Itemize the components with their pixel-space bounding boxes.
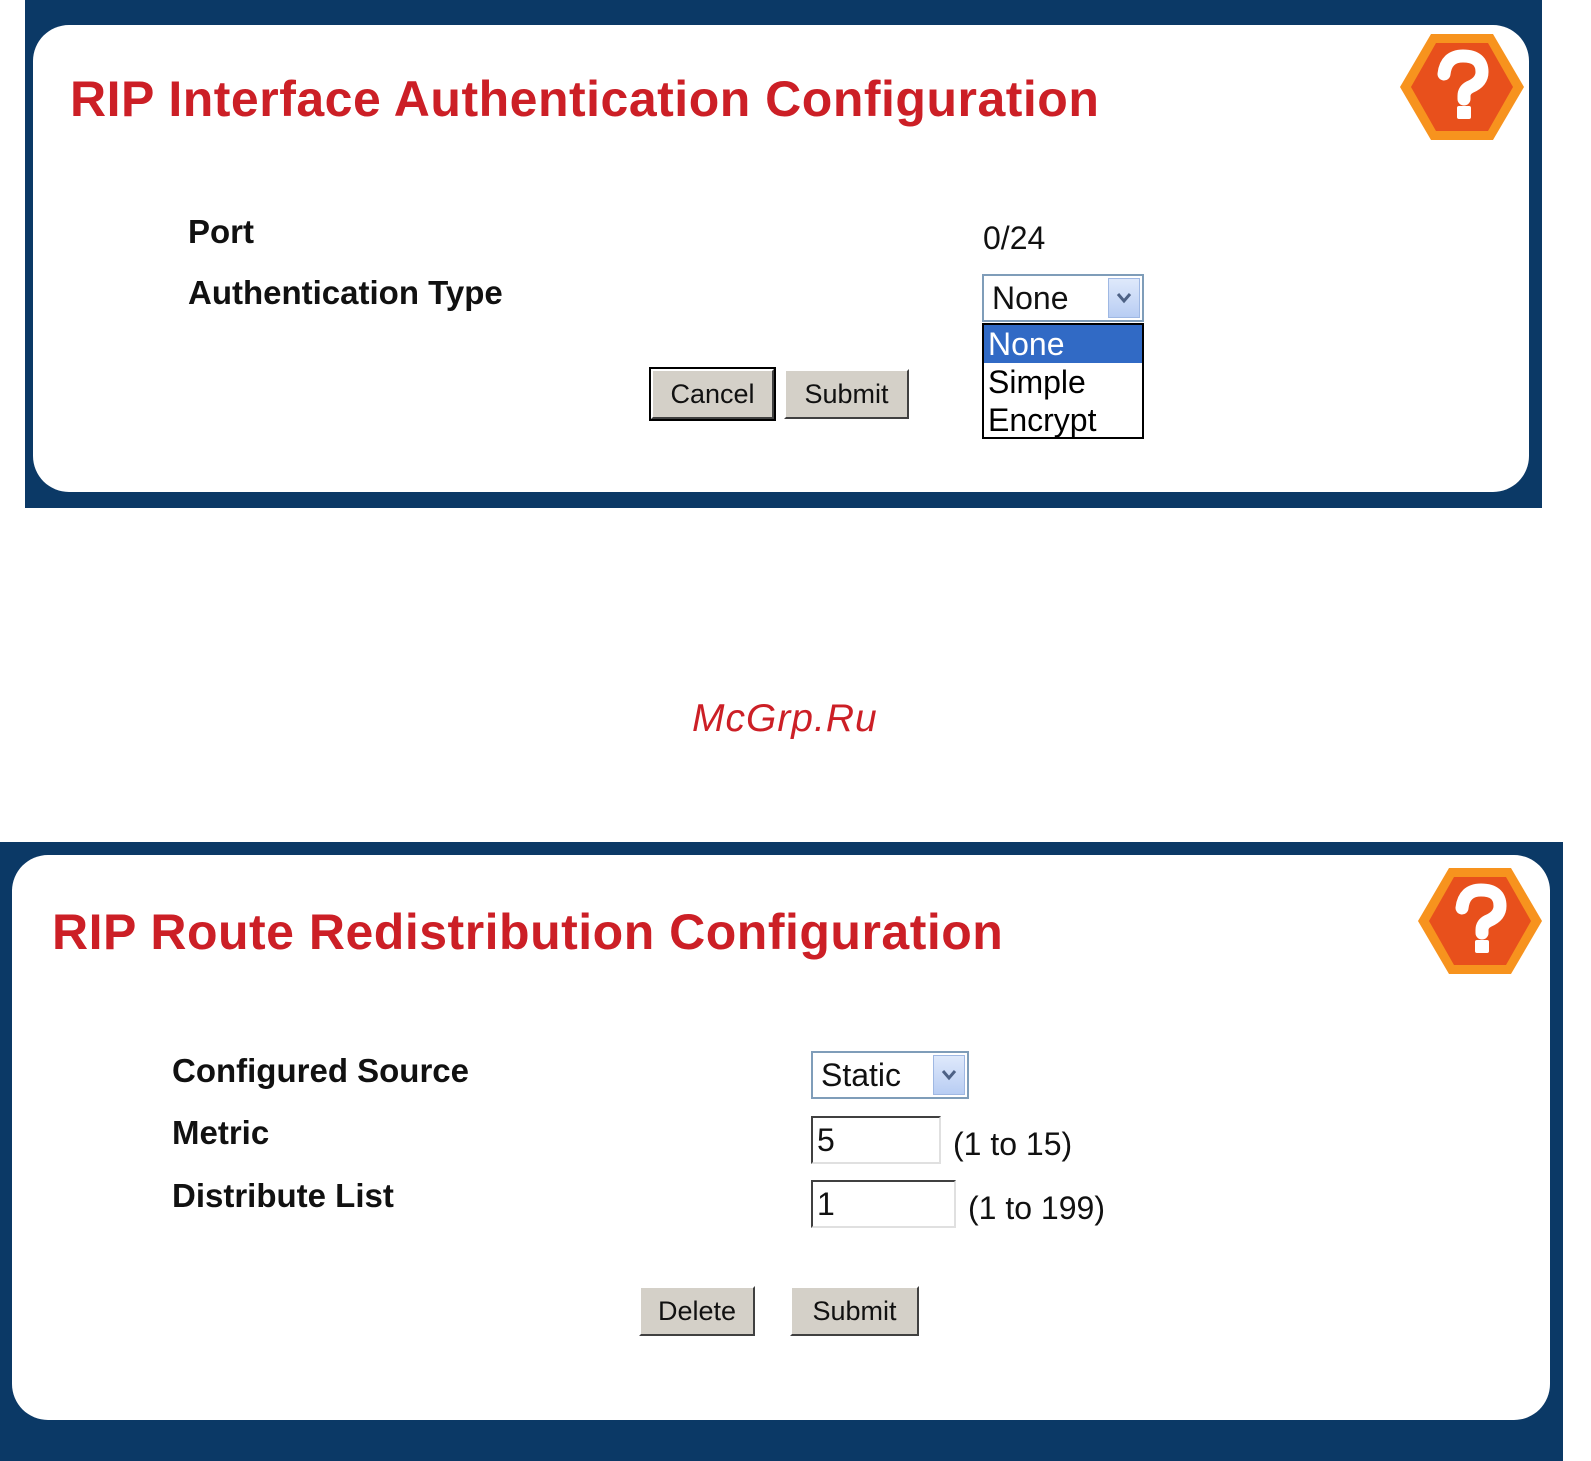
metric-input[interactable] <box>811 1116 941 1164</box>
chevron-down-icon[interactable] <box>1108 278 1140 318</box>
cancel-button[interactable]: Cancel <box>649 367 776 421</box>
configured-source-select[interactable]: Static <box>811 1051 969 1099</box>
auth-page-title: RIP Interface Authentication Configurati… <box>70 71 1100 127</box>
distribute-list-range-hint: (1 to 199) <box>968 1190 1105 1226</box>
metric-label: Metric <box>172 1114 270 1151</box>
option-simple[interactable]: Simple <box>984 363 1142 401</box>
distribute-list-input[interactable] <box>811 1180 956 1228</box>
option-none[interactable]: None <box>984 325 1142 363</box>
authentication-type-selected: None <box>992 280 1069 316</box>
redist-page-title: RIP Route Redistribution Configuration <box>52 904 1004 960</box>
metric-range-hint: (1 to 15) <box>953 1126 1073 1162</box>
help-question-icon[interactable] <box>1418 866 1542 976</box>
authentication-type-options: None Simple Encrypt <box>982 323 1144 439</box>
configured-source-selected: Static <box>821 1057 902 1093</box>
configured-source-label: Configured Source <box>172 1052 470 1089</box>
port-value: 0/24 <box>983 220 1046 256</box>
redist-submit-button[interactable]: Submit <box>790 1286 919 1336</box>
auth-submit-button[interactable]: Submit <box>784 369 909 419</box>
delete-button[interactable]: Delete <box>639 1286 755 1336</box>
authentication-type-select[interactable]: None <box>982 274 1144 322</box>
help-question-icon[interactable] <box>1400 32 1524 142</box>
authentication-type-label: Authentication Type <box>188 274 503 311</box>
distribute-list-label: Distribute List <box>172 1177 394 1214</box>
watermark: McGrp.Ru <box>692 697 878 740</box>
chevron-down-icon[interactable] <box>933 1055 965 1095</box>
option-encrypt[interactable]: Encrypt <box>984 401 1142 439</box>
port-label: Port <box>188 213 254 250</box>
